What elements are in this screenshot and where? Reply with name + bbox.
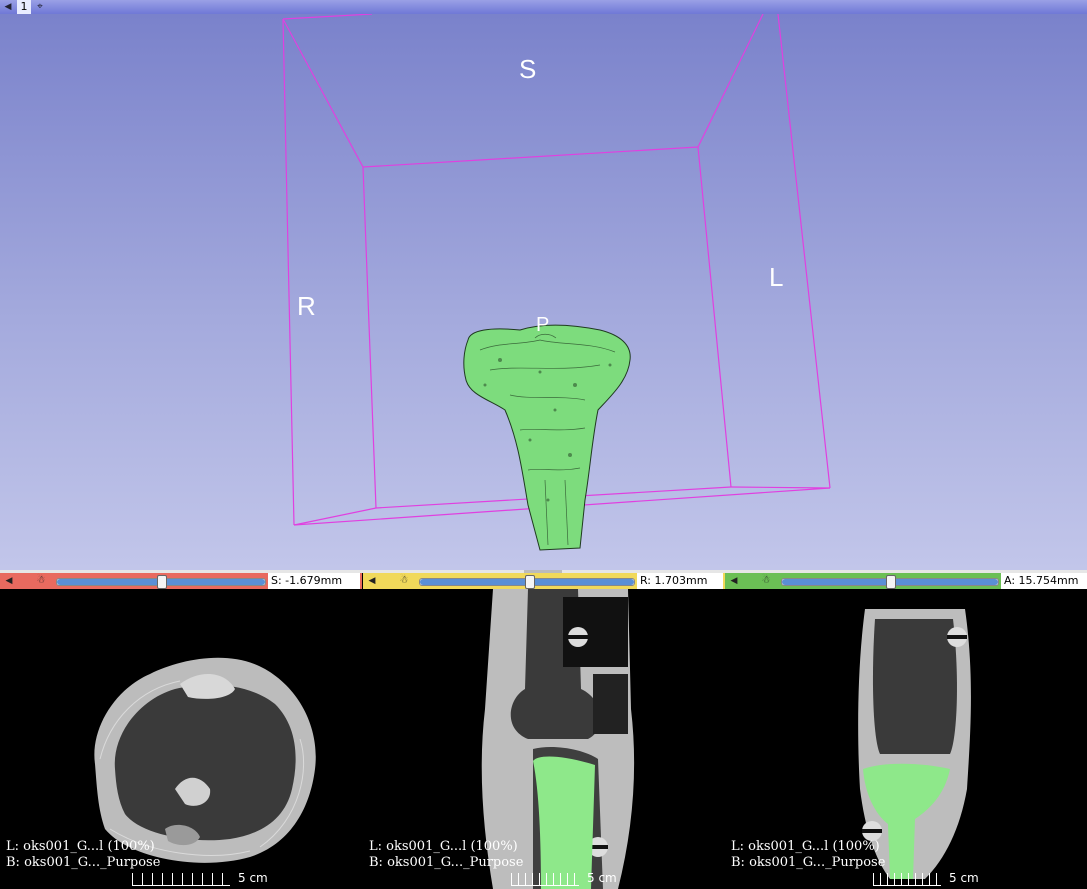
link-icon[interactable]: ☃ [759, 573, 773, 589]
center-view-icon[interactable]: ⌖ [33, 1, 47, 13]
link-icon[interactable]: ☃ [397, 573, 411, 589]
orientation-right: R [297, 291, 316, 321]
orientation-posterior: P [536, 314, 550, 336]
slice-offset-slider[interactable] [56, 575, 266, 589]
slice-controller-green: ◀ ☃ A: 15.754mm [725, 573, 1087, 589]
orientation-superior: S [519, 54, 537, 84]
background-layer-annotation: B: oks001_G..._Purpose [369, 855, 524, 870]
pin-icon[interactable]: ◀ [3, 573, 15, 589]
scale-label: 5 cm [587, 871, 617, 885]
bone-model[interactable] [463, 324, 631, 551]
pin-icon[interactable]: ◀ [366, 573, 378, 589]
slider-thumb[interactable] [886, 575, 896, 589]
slice-offset-value[interactable]: A: 15.754mm [1001, 573, 1087, 589]
background-layer-annotation: B: oks001_G..._Purpose [6, 855, 161, 870]
pin-icon[interactable]: ◀ [2, 1, 14, 13]
background-layer-annotation: B: oks001_G..._Purpose [731, 855, 886, 870]
slice-view-yellow[interactable]: ◀ ☃ R: 1.703mm L: oks001_G...l (100%) B:… [363, 573, 725, 889]
slice-controller-yellow: ◀ ☃ R: 1.703mm [363, 573, 725, 589]
view-number-label[interactable]: 1 [17, 0, 31, 14]
slice-view-green[interactable]: ◀ ☃ A: 15.754mm L: oks001_G...l (100%) B… [725, 573, 1087, 889]
slice-controller-red: ◀ ☃ S: -1.679mm [0, 573, 362, 589]
pin-icon[interactable]: ◀ [728, 573, 740, 589]
orientation-left: L [769, 262, 784, 292]
scale-label: 5 cm [949, 871, 979, 885]
bounding-box [282, 14, 831, 551]
slider-thumb[interactable] [157, 575, 167, 589]
link-icon[interactable]: ☃ [34, 573, 48, 589]
slider-thumb[interactable] [525, 575, 535, 589]
label-layer-annotation: L: oks001_G...l (100%) [6, 839, 155, 854]
view3d[interactable]: S R L P [0, 14, 1087, 570]
slice-offset-slider[interactable] [419, 575, 635, 589]
view3d-toolbar: ◀ 1 ⌖ [0, 0, 1087, 14]
slice-offset-slider[interactable] [781, 575, 999, 589]
scale-label: 5 cm [238, 871, 268, 885]
slice-offset-value[interactable]: S: -1.679mm [268, 573, 360, 589]
slice-image-green[interactable]: L: oks001_G...l (100%) B: oks001_G..._Pu… [725, 589, 1087, 889]
slice-image-yellow[interactable]: L: oks001_G...l (100%) B: oks001_G..._Pu… [363, 589, 725, 889]
label-layer-annotation: L: oks001_G...l (100%) [369, 839, 518, 854]
slice-image-red[interactable]: L: oks001_G...l (100%) B: oks001_G..._Pu… [0, 589, 362, 889]
slice-offset-value[interactable]: R: 1.703mm [637, 573, 723, 589]
label-layer-annotation: L: oks001_G...l (100%) [731, 839, 880, 854]
slice-view-red[interactable]: ◀ ☃ S: -1.679mm L: oks001_G...l (100%) B… [0, 573, 362, 889]
